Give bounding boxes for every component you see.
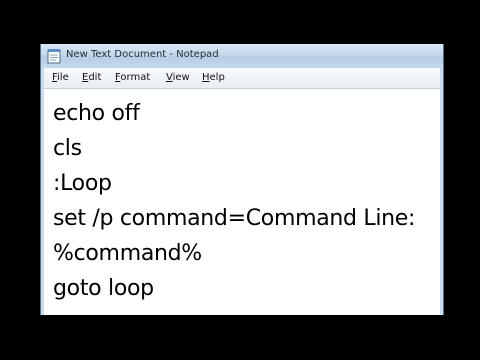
menu-edit[interactable]: Edit (82, 72, 101, 83)
menu-format[interactable]: Format (115, 72, 150, 83)
menu-view[interactable]: View (166, 72, 190, 83)
menu-bar: File Edit Format View Help (44, 68, 440, 89)
text-editor-area[interactable]: echo off cls :Loop set /p command=Comman… (44, 89, 440, 315)
editor-line: %command% (53, 241, 202, 266)
title-bar[interactable]: New Text Document - Notepad (41, 44, 443, 68)
editor-line: echo off (53, 101, 140, 126)
editor-line: :Loop (53, 171, 112, 196)
editor-line: set /p command=Command Line: (53, 206, 416, 231)
screen: New Text Document - Notepad File Edit Fo… (0, 0, 480, 360)
notepad-window: New Text Document - Notepad File Edit Fo… (40, 44, 444, 315)
menu-help[interactable]: Help (202, 72, 225, 83)
editor-line: goto loop (53, 276, 154, 301)
notepad-icon[interactable] (47, 48, 61, 64)
window-title: New Text Document - Notepad (66, 49, 219, 60)
editor-line: cls (53, 136, 82, 161)
menu-file[interactable]: File (52, 72, 69, 83)
